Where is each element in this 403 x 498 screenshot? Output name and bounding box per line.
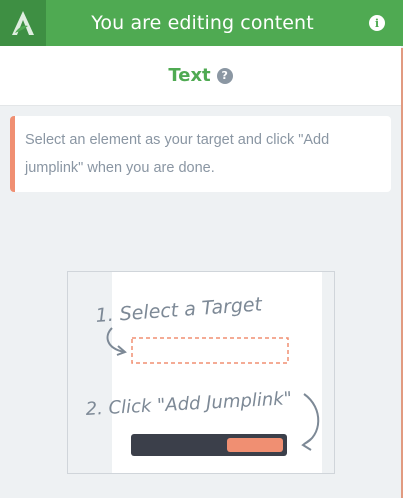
header-title: You are editing content — [91, 12, 314, 34]
step1-text: 1. Select a Target — [95, 293, 264, 327]
target-placeholder — [131, 337, 289, 364]
question-icon[interactable]: ? — [216, 67, 233, 84]
subheader: Text ? — [0, 46, 401, 106]
jumplink-illustration: 1. Select a Target 2. Click "Add Jumplin… — [67, 271, 335, 474]
element-type-title: Text — [168, 65, 211, 86]
instruction-text: Select an element as your target and cli… — [25, 132, 330, 176]
instruction-notice: Select an element as your target and cli… — [10, 116, 391, 192]
info-icon[interactable]: i — [369, 15, 385, 31]
add-jumplink-button-sketch — [227, 438, 283, 452]
editing-header: You are editing content i — [0, 0, 403, 46]
curved-arrow-icon — [303, 393, 320, 445]
leaf-a-logo-icon — [0, 0, 46, 46]
step2-text: 2. Click "Add Jumplink" — [85, 388, 292, 420]
